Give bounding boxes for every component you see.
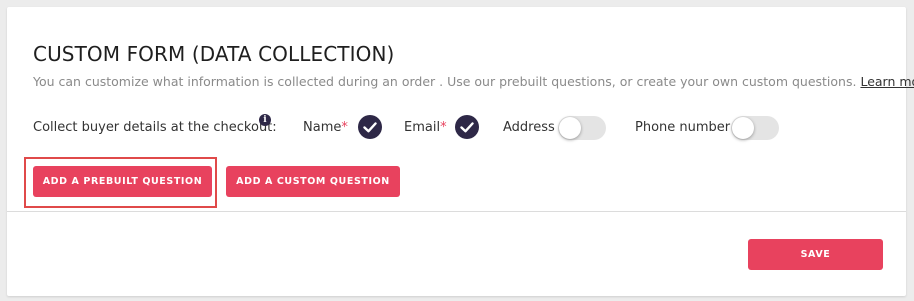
- toggle-knob: [732, 117, 754, 139]
- description-text: You can customize what information is co…: [33, 74, 857, 89]
- required-mark: *: [341, 120, 348, 135]
- address-toggle[interactable]: [558, 116, 606, 140]
- field-name-text: Name: [303, 120, 342, 135]
- toggle-knob: [559, 117, 581, 139]
- required-mark: *: [440, 120, 447, 135]
- section-divider: [7, 211, 906, 212]
- phone-number-toggle[interactable]: [731, 116, 779, 140]
- field-label-email: Email*: [404, 120, 447, 135]
- field-label-address: Address: [503, 120, 555, 135]
- info-icon[interactable]: i: [259, 114, 271, 126]
- page-title: CUSTOM FORM (DATA COLLECTION): [33, 42, 395, 66]
- email-checkmark-icon[interactable]: [455, 115, 479, 139]
- custom-form-card: CUSTOM FORM (DATA COLLECTION) You can cu…: [7, 7, 914, 296]
- add-custom-question-button[interactable]: ADD A CUSTOM QUESTION: [226, 166, 400, 197]
- collect-label: Collect buyer details at the checkout:: [33, 120, 277, 135]
- form-description: You can customize what information is co…: [33, 74, 914, 89]
- name-checkmark-icon[interactable]: [358, 115, 382, 139]
- field-email-text: Email: [404, 120, 441, 135]
- collect-buyer-details-row: Collect buyer details at the checkout: i…: [33, 114, 893, 144]
- field-label-name: Name*: [303, 120, 348, 135]
- save-button[interactable]: SAVE: [748, 239, 883, 270]
- add-prebuilt-question-button[interactable]: ADD A PREBUILT QUESTION: [33, 166, 212, 197]
- field-label-phone-number: Phone number: [635, 120, 731, 135]
- learn-more-link[interactable]: Learn more: [860, 74, 914, 89]
